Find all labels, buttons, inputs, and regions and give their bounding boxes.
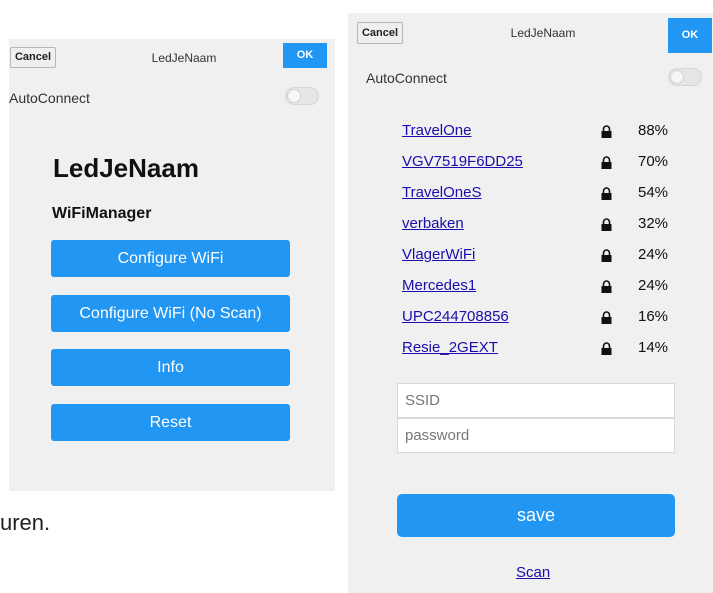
autoconnect-toggle[interactable] (668, 68, 702, 86)
network-ssid-link[interactable]: UPC244708856 (402, 308, 509, 325)
right-screenshot: Cancel LedJeNaam OK AutoConnect TravelOn… (348, 13, 713, 593)
lock-icon (601, 249, 612, 262)
ssid-field[interactable] (397, 383, 675, 418)
network-ssid-link[interactable]: verbaken (402, 215, 464, 232)
caption-text: uren. (0, 510, 51, 535)
network-row[interactable]: TravelOne 88% (402, 120, 692, 151)
lock-icon (601, 342, 612, 355)
toggle-knob (670, 70, 684, 84)
network-row[interactable]: Resie_2GEXT 14% (402, 337, 692, 368)
top-bar: Cancel LedJeNaam OK (348, 13, 713, 53)
lock-icon (601, 311, 612, 324)
top-bar: Cancel LedJeNaam OK (9, 39, 335, 79)
network-list: TravelOne 88% VGV7519F6DD25 70% TravelOneS 54… (402, 120, 692, 368)
network-ssid-link[interactable]: TravelOneS (402, 184, 481, 201)
page-subtitle: WiFiManager (52, 205, 152, 222)
save-button[interactable]: save (397, 494, 675, 537)
network-row[interactable]: TravelOneS 54% (402, 182, 692, 213)
network-row[interactable]: Mercedes1 24% (402, 275, 692, 306)
password-field[interactable] (397, 418, 675, 453)
lock-icon (601, 280, 612, 293)
cancel-button[interactable]: Cancel (357, 22, 403, 44)
ok-button[interactable]: OK (668, 18, 712, 53)
app-title: LedJeNaam (510, 26, 576, 40)
signal-strength: 70% (638, 153, 669, 170)
configure-wifi-no-scan-button[interactable]: Configure WiFi (No Scan) (51, 295, 290, 332)
autoconnect-toggle[interactable] (285, 87, 319, 105)
lock-icon (601, 125, 612, 138)
signal-strength: 88% (638, 122, 669, 139)
autoconnect-label: AutoConnect (366, 70, 447, 86)
cancel-button[interactable]: Cancel (10, 47, 56, 68)
signal-strength: 16% (638, 308, 669, 325)
toggle-knob (287, 89, 301, 103)
network-ssid-link[interactable]: VGV7519F6DD25 (402, 153, 523, 170)
network-row[interactable]: verbaken 32% (402, 213, 692, 244)
network-ssid-link[interactable]: VlagerWiFi (402, 246, 475, 263)
configure-wifi-button[interactable]: Configure WiFi (51, 240, 290, 277)
network-ssid-link[interactable]: Resie_2GEXT (402, 339, 498, 356)
reset-button[interactable]: Reset (51, 404, 290, 441)
ok-button[interactable]: OK (283, 43, 327, 68)
signal-strength: 14% (638, 339, 669, 356)
lock-icon (601, 187, 612, 200)
lock-icon (601, 218, 612, 231)
network-ssid-link[interactable]: Mercedes1 (402, 277, 476, 294)
page-title: LedJeNaam (53, 153, 199, 183)
network-ssid-link[interactable]: TravelOne (402, 122, 471, 139)
network-row[interactable]: UPC244708856 16% (402, 306, 692, 337)
signal-strength: 24% (638, 277, 669, 294)
network-row[interactable]: VlagerWiFi 24% (402, 244, 692, 275)
network-row[interactable]: VGV7519F6DD25 70% (402, 151, 692, 182)
left-screenshot: Cancel LedJeNaam OK AutoConnect LedJeNaa… (9, 39, 335, 491)
autoconnect-label: AutoConnect (9, 90, 90, 106)
signal-strength: 24% (638, 246, 669, 263)
app-title: LedJeNaam (151, 51, 217, 65)
info-button[interactable]: Info (51, 349, 290, 386)
scan-link[interactable]: Scan (516, 564, 550, 581)
signal-strength: 54% (638, 184, 669, 201)
lock-icon (601, 156, 612, 169)
signal-strength: 32% (638, 215, 669, 232)
